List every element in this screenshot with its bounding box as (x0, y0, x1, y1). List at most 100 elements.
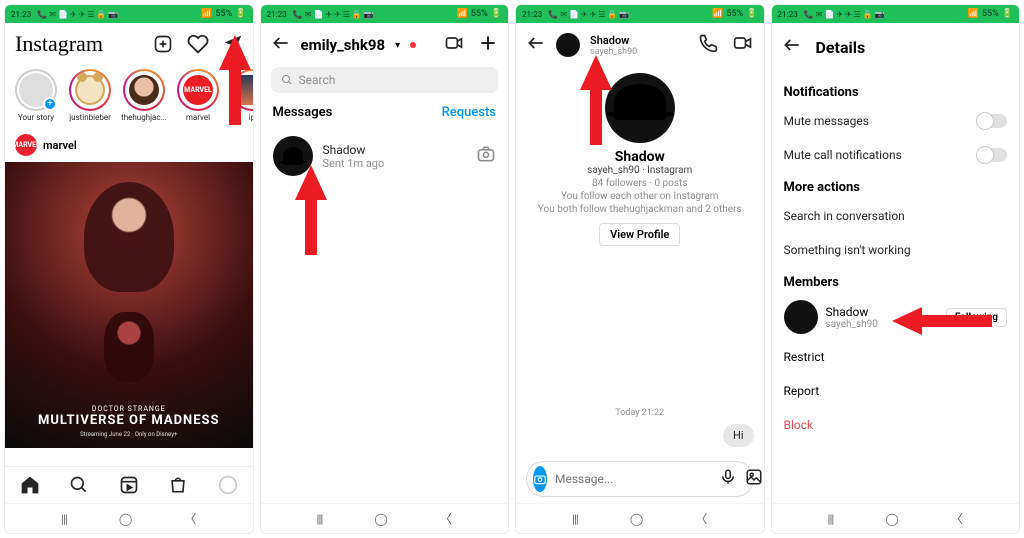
movie-title: MULTIVERSE OF MADNESS (38, 413, 220, 428)
android-nav: ||| ◯ 〈 (5, 503, 253, 533)
back-sys-icon[interactable]: 〈 (184, 510, 196, 527)
recents-icon[interactable]: ||| (61, 512, 67, 526)
toggle-mute-calls[interactable] (977, 148, 1007, 162)
tab-requests[interactable]: Requests (442, 105, 496, 120)
post-avatar: MARVEL (15, 134, 37, 156)
video-call-icon[interactable] (732, 33, 754, 57)
message-composer (526, 461, 754, 497)
back-icon[interactable] (271, 33, 291, 57)
chat-header[interactable]: Shadow sayeh_sh90 (516, 23, 764, 67)
status-bar: 21:23📞 ✉ 📄 ✈ ✈ ☰ 🔒 📷 📶55%🔋 (261, 5, 509, 23)
post-header[interactable]: MARVEL marvel (5, 128, 253, 162)
section-more-actions: More actions (784, 180, 1008, 195)
android-nav: ||| ◯ 〈 (772, 503, 1020, 533)
back-sys-icon[interactable]: 〈 (440, 510, 452, 527)
phone-4-details: 21:23📞 ✉ 📄 ✈ ✈ ☰ 🔒 📷 📶55%🔋 Details Notif… (771, 4, 1021, 534)
camera-icon[interactable] (476, 144, 496, 168)
video-chat-icon[interactable] (444, 33, 464, 57)
thread-name: Shadow (323, 143, 467, 157)
movie-subtitle: DOCTOR STRANGE (92, 405, 166, 413)
your-story[interactable]: + Your story (13, 69, 59, 122)
bottom-nav (5, 466, 253, 503)
chat-profile-card: Shadow sayeh_sh90 · Instagram 84 followe… (516, 67, 764, 256)
phone-1-feed: 21:23📞 ✉ 📄 ✈ ✈ ☰ 🔒 📷 📶55%🔋 Instagram + Y… (4, 4, 254, 534)
details-header: Details (772, 23, 1020, 71)
chat-header-avatar (556, 33, 580, 57)
action-report[interactable]: Report (784, 374, 1008, 408)
notification-dot (410, 42, 416, 48)
row-not-working[interactable]: Something isn't working (784, 233, 1008, 267)
row-mute-messages[interactable]: Mute messages (784, 104, 1008, 138)
home-sys-icon[interactable]: ◯ (885, 512, 898, 526)
account-name[interactable]: emily_shk98 (301, 36, 386, 54)
shop-icon[interactable] (168, 475, 188, 499)
gallery-icon[interactable] (745, 468, 763, 490)
story-hughjackman[interactable]: thehughjac... (121, 69, 167, 122)
back-icon[interactable] (526, 33, 546, 57)
recents-icon[interactable]: ||| (317, 512, 323, 526)
home-sys-icon[interactable]: ◯ (374, 512, 387, 526)
section-members: Members (784, 275, 1008, 290)
movie-date: Streaming June 22 · Only on Disney+ (80, 431, 177, 438)
row-mute-calls[interactable]: Mute call notifications (784, 138, 1008, 172)
home-sys-icon[interactable]: ◯ (119, 512, 132, 526)
details-title: Details (816, 38, 866, 57)
create-post-icon[interactable] (153, 34, 173, 54)
chevron-down-icon[interactable]: ▾ (395, 40, 400, 51)
status-bar: 21:23📞 ✉ 📄 ✈ ✈ ☰ 🔒 📷 📶55%🔋 (516, 5, 764, 23)
activity-heart-icon[interactable] (187, 33, 209, 55)
search-placeholder: Search (299, 73, 336, 87)
profile-username: sayeh_sh90 · Instagram (587, 165, 692, 176)
view-profile-button[interactable]: View Profile (599, 223, 680, 246)
camera-button[interactable] (533, 466, 547, 492)
message-bubble[interactable]: Hi (723, 424, 754, 447)
action-block[interactable]: Block (784, 408, 1008, 442)
home-icon[interactable] (20, 475, 40, 499)
android-nav: ||| ◯ 〈 (261, 503, 509, 533)
reels-icon[interactable] (119, 475, 139, 499)
chat-body: Today 21:22 Hi (516, 256, 764, 461)
search-icon[interactable] (69, 475, 89, 499)
recents-icon[interactable]: ||| (828, 512, 834, 526)
phone-3-chat: 21:23📞 ✉ 📄 ✈ ✈ ☰ 🔒 📷 📶55%🔋 Shadow sayeh_… (515, 4, 765, 534)
audio-call-icon[interactable] (698, 33, 718, 57)
post-image[interactable]: DOCTOR STRANGE MULTIVERSE OF MADNESS Str… (5, 162, 253, 448)
thread-preview: Sent 1m ago (323, 157, 467, 170)
post-username: marvel (43, 139, 77, 152)
dm-header: emily_shk98 ▾ (261, 23, 509, 67)
row-search-conversation[interactable]: Search in conversation (784, 199, 1008, 233)
back-sys-icon[interactable]: 〈 (951, 510, 963, 527)
profile-relation: You follow each other on Instagram (561, 191, 719, 202)
profile-mutual: You both follow thehughjackman and 2 oth… (538, 204, 742, 215)
back-icon[interactable] (782, 35, 802, 59)
message-input[interactable] (555, 472, 711, 486)
mic-icon[interactable] (719, 468, 737, 490)
add-story-icon: + (43, 97, 57, 111)
story-justinbieber[interactable]: justinbieber (67, 69, 113, 122)
annotation-arrow-3 (576, 55, 616, 145)
recents-icon[interactable]: ||| (572, 512, 578, 526)
status-bar: 21:23📞 ✉ 📄 ✈ ✈ ☰ 🔒 📷 📶55%🔋 (772, 5, 1020, 23)
new-message-icon[interactable] (478, 33, 498, 57)
action-restrict[interactable]: Restrict (784, 340, 1008, 374)
section-notifications: Notifications (784, 85, 1008, 100)
toggle-mute-messages[interactable] (977, 114, 1007, 128)
tab-messages[interactable]: Messages (273, 105, 333, 120)
status-bar: 21:23📞 ✉ 📄 ✈ ✈ ☰ 🔒 📷 📶55%🔋 (5, 5, 253, 23)
annotation-arrow-1 (215, 35, 254, 125)
android-nav: ||| ◯ 〈 (516, 503, 764, 533)
phone-2-dm-list: 21:23📞 ✉ 📄 ✈ ✈ ☰ 🔒 📷 📶55%🔋 emily_shk98 ▾… (260, 4, 510, 534)
search-input[interactable]: Search (271, 67, 499, 93)
chat-timestamp: Today 21:22 (526, 408, 754, 418)
message-tabs: Messages Requests (261, 101, 509, 128)
instagram-logo: Instagram (15, 31, 103, 57)
profile-stats: 84 followers · 0 posts (592, 178, 687, 189)
chat-header-name: Shadow (590, 34, 637, 47)
profile-name: Shadow (615, 149, 665, 165)
back-sys-icon[interactable]: 〈 (695, 510, 707, 527)
annotation-arrow-2 (291, 165, 331, 255)
profile-icon[interactable] (218, 475, 238, 499)
home-sys-icon[interactable]: ◯ (630, 512, 643, 526)
member-avatar (784, 300, 818, 334)
annotation-arrow-4 (892, 303, 992, 339)
